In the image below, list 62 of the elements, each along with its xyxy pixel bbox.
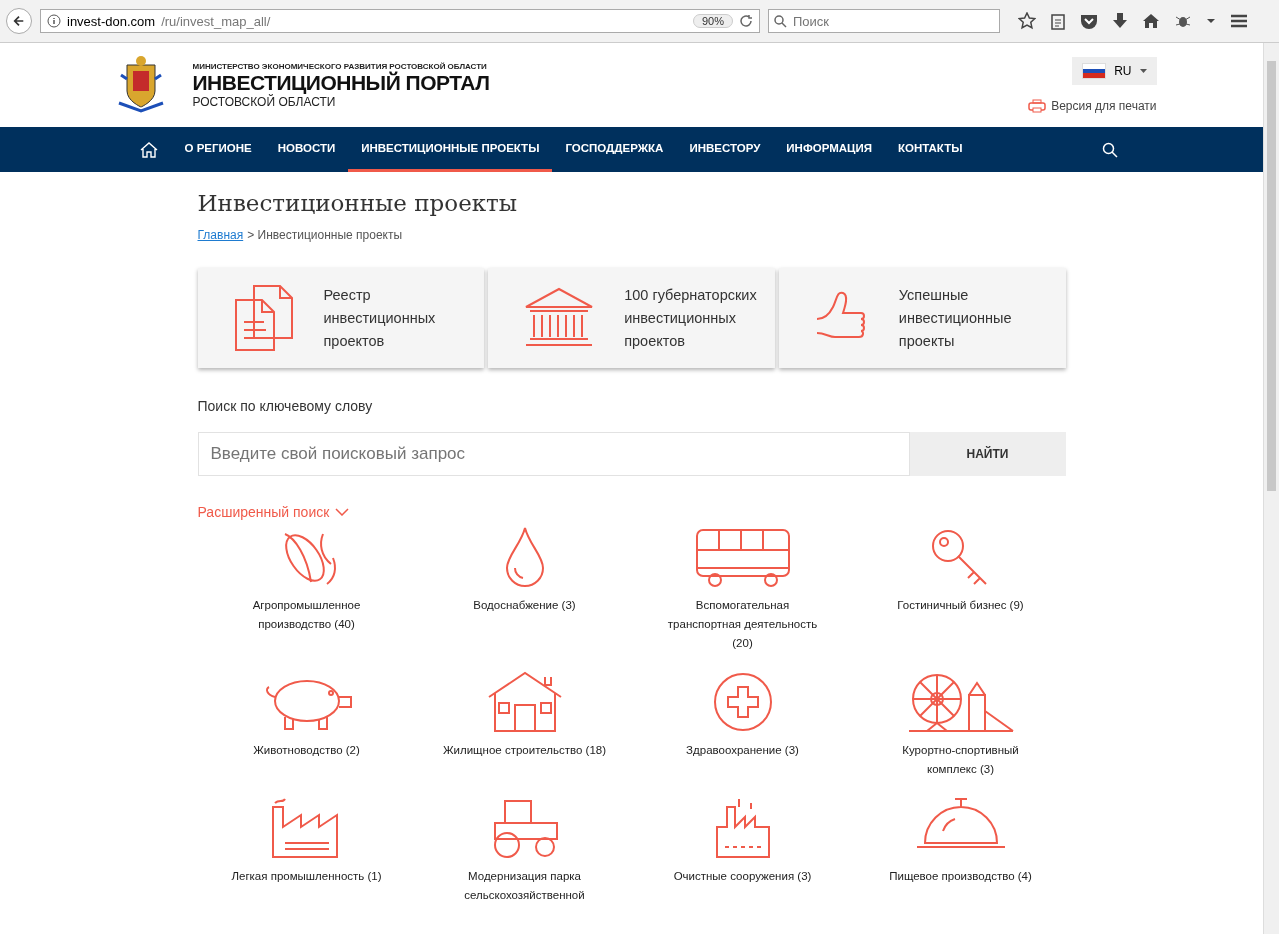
zoom-level[interactable]: 90% [692,14,733,28]
clipboard-icon[interactable] [1050,12,1066,30]
bus-icon [694,528,791,588]
house-icon [486,671,563,733]
star-icon[interactable] [1018,12,1036,30]
industry-category[interactable]: Вспомогательная транспортная деятельность (20) [633,526,852,653]
breadcrumb-current: > Инвестиционные проекты [247,228,403,242]
nav-tab[interactable]: О РЕГИОНЕ [171,127,265,172]
back-arrow-icon [13,14,25,28]
portal-title: ИНВЕСТИЦИОННЫЙ ПОРТАЛ [192,70,491,95]
chevron-down-icon [335,508,350,516]
keyword-search-field[interactable]: Введите свой поисковый запрос [197,432,910,476]
search-icon[interactable] [1101,141,1118,158]
reload-icon[interactable] [739,14,753,28]
home-icon[interactable] [139,141,158,158]
caret-icon[interactable] [1206,18,1216,24]
industry-category[interactable]: Гостиничный бизнес (9) [851,526,1070,653]
find-button[interactable]: НАЙТИ [909,432,1066,476]
ministry-name: МИНИСТЕРСТВО ЭКОНОМИЧЕСКОГО РАЗВИТИЯ РОСТОВСКОЙ ОБЛАСТИ [192,61,488,71]
back-button[interactable] [6,8,32,34]
browser-search-field[interactable]: Поиск [768,9,1000,33]
medical-cross-icon [711,671,774,733]
industry-category[interactable]: Курортно-спортивный комплекс (3) [851,671,1070,779]
nav-tab[interactable]: ИНВЕСТИЦИОННЫЕ ПРОЕКТЫ [348,127,553,172]
pocket-icon[interactable] [1080,13,1098,29]
url-host: invest-don.com [67,13,156,29]
ferris-wheel-icon [906,671,1015,733]
columned-building-icon [524,287,595,349]
nav-tab[interactable]: ИНВЕСТОРУ [676,127,774,172]
project-category-card[interactable]: 100 губернаторских инвестиционных проектов [488,268,775,368]
breadcrumb-link[interactable]: Главная [197,228,244,242]
industry-category[interactable]: Очистные сооружения (3) [633,797,852,905]
portal-subtitle: РОСТОВСКОЙ ОБЛАСТИ [192,94,336,109]
language-selector[interactable]: RU [1072,57,1157,85]
industry-category[interactable]: Животноводство (2) [197,671,416,779]
treatment-plant-icon [714,797,771,859]
address-bar[interactable]: invest-don.com /ru/invest_map_all/ 90% [40,9,760,33]
url-path: /ru/invest_map_all/ [161,13,272,29]
industry-category[interactable]: Пищевое производство (4) [851,797,1070,905]
nav-tab[interactable]: КОНТАКТЫ [885,127,976,172]
menu-icon[interactable] [1230,13,1248,29]
search-label: Поиск по ключевому слову [197,398,374,414]
caret-icon [1139,69,1147,73]
industry-category[interactable]: Агропромышленное производство (40) [197,526,416,653]
industry-category[interactable]: Жилищное строительство (18) [415,671,634,779]
project-category-card[interactable]: Успешные инвестиционные проекты [778,268,1066,368]
industry-category[interactable]: Водоснабжение (3) [415,526,634,653]
home-icon[interactable] [1142,13,1160,29]
industry-category[interactable]: Легкая промышленность (1) [197,797,416,905]
nav-tab[interactable]: ИНФОРМАЦИЯ [773,127,885,172]
industry-category[interactable]: Здравоохранение (3) [633,671,852,779]
printer-icon [1028,99,1047,113]
download-icon[interactable] [1112,12,1128,30]
search-icon [774,15,787,28]
print-version-link[interactable]: Версия для печати [1028,99,1157,113]
nav-tab[interactable]: ГОСПОДДЕРЖКА [552,127,677,172]
project-category-card[interactable]: Реестр инвестиционных проектов [197,268,485,368]
industry-category[interactable]: Модернизация парка сельскохозяйственной [415,797,634,905]
info-icon [47,14,61,28]
page-title: Инвестиционные проекты [197,190,519,216]
documents-icon [233,284,294,352]
nav-tab[interactable]: НОВОСТИ [264,127,349,172]
